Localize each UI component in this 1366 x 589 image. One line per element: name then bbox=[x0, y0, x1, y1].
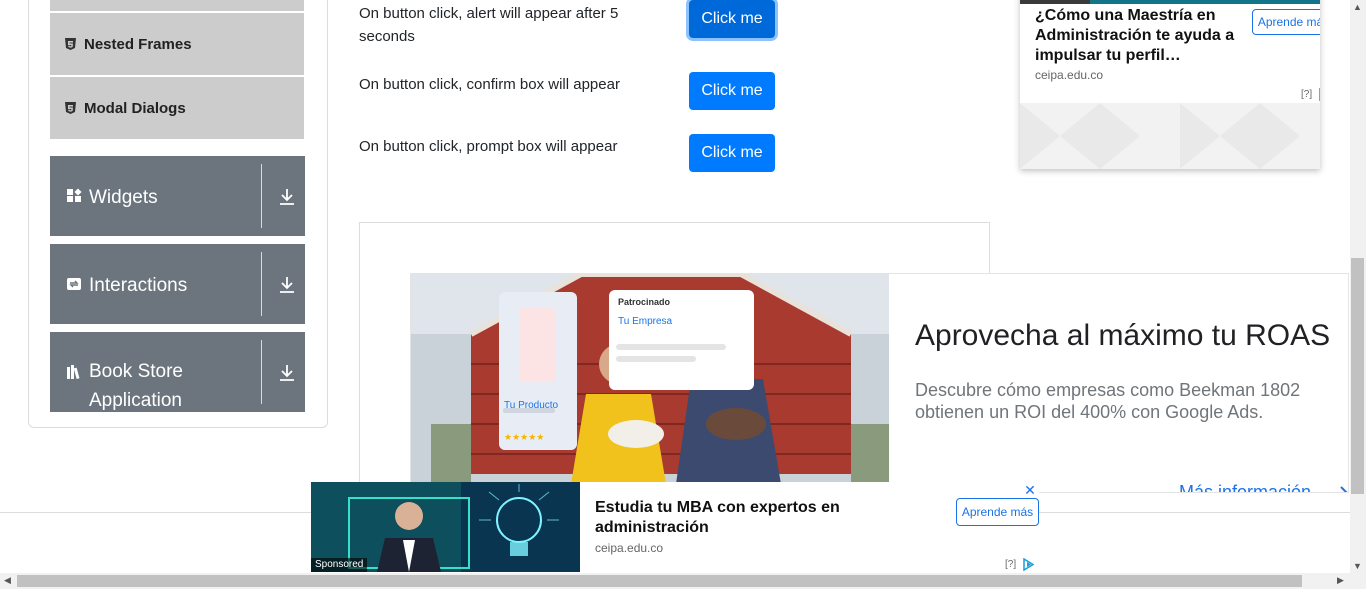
sidebar-group-label: Widgets bbox=[89, 187, 158, 208]
ad-card-sponsored: Patrocinado bbox=[618, 297, 671, 307]
widgets-icon bbox=[67, 188, 82, 202]
frame-icon bbox=[65, 102, 76, 114]
ad-bottom-banner[interactable]: Sponsored Estudia tu MBA con expertos en… bbox=[311, 482, 1039, 572]
ad-card-product: Tu Producto bbox=[504, 400, 559, 411]
ad-body: Descubre cómo empresas como Beekman 1802… bbox=[915, 380, 1301, 422]
ad-headline[interactable]: Aprovecha al máximo tu ROAS bbox=[915, 319, 1330, 353]
sidebar-group-interactions[interactable]: Interactions bbox=[50, 244, 305, 324]
horizontal-scrollbar-thumb[interactable] bbox=[17, 575, 1302, 587]
scroll-up-arrow-icon[interactable]: ▲ bbox=[1353, 2, 1362, 12]
ad-image-strip bbox=[1020, 0, 1320, 4]
sidebar-group-book-store[interactable]: Book Store Application bbox=[50, 332, 305, 412]
prompt-description: On button click, prompt box will appear bbox=[359, 138, 618, 155]
ad-more-info-link[interactable]: Más información bbox=[1179, 482, 1311, 492]
ad-title[interactable]: Estudia tu MBA con expertos en administr… bbox=[595, 498, 885, 538]
timer-alert-button[interactable]: Click me bbox=[689, 0, 775, 38]
adchoices-icon[interactable] bbox=[1023, 558, 1037, 571]
ad-cta-button[interactable]: Aprende más bbox=[956, 498, 1039, 526]
ad-domain: ceipa.edu.co bbox=[1035, 68, 1104, 82]
ad-title[interactable]: ¿Cómo una Maestría en Administración te … bbox=[1035, 6, 1245, 66]
divider bbox=[261, 340, 262, 404]
download-arrow-icon[interactable] bbox=[278, 276, 296, 294]
prompt-button[interactable]: Click me bbox=[689, 134, 775, 172]
interactions-icon bbox=[67, 278, 81, 290]
ad-cta-button[interactable]: Aprende más bbox=[1252, 9, 1320, 35]
ad-card-stars: ★★★★★ bbox=[504, 432, 545, 442]
close-icon[interactable]: ✕ bbox=[1023, 483, 1037, 497]
ad-info-label[interactable]: [?] bbox=[1301, 89, 1312, 100]
ad-domain: ceipa.edu.co bbox=[595, 541, 664, 555]
ad-card-company: Tu Empresa bbox=[618, 316, 673, 327]
confirm-button[interactable]: Click me bbox=[689, 72, 775, 110]
sidebar-item-nested-frames[interactable]: Nested Frames bbox=[50, 13, 304, 75]
sidebar-group-label: Book Store Application bbox=[89, 361, 183, 411]
bookstore-icon bbox=[67, 365, 80, 380]
scroll-right-arrow-icon[interactable]: ▶ bbox=[1337, 575, 1344, 586]
alert-description: On button click, alert will appear after… bbox=[359, 5, 619, 45]
download-arrow-icon[interactable] bbox=[278, 188, 296, 206]
sponsored-label: Sponsored bbox=[311, 558, 368, 572]
download-arrow-icon[interactable] bbox=[278, 364, 296, 382]
sidebar-group-widgets[interactable]: Widgets bbox=[50, 156, 305, 236]
adchoices-icon[interactable] bbox=[1319, 88, 1320, 101]
scroll-down-arrow-icon[interactable]: ▼ bbox=[1353, 561, 1362, 571]
ad-top-right[interactable]: ¿Cómo una Maestría en Administración te … bbox=[1020, 0, 1320, 169]
ad-pattern bbox=[1020, 103, 1320, 169]
ad-info-label[interactable]: [?] bbox=[1005, 559, 1016, 570]
sidebar-item-modal-dialogs[interactable]: Modal Dialogs bbox=[50, 77, 304, 139]
divider bbox=[261, 164, 262, 228]
scroll-left-arrow-icon[interactable]: ◀ bbox=[4, 575, 11, 586]
vertical-scrollbar-thumb[interactable] bbox=[1351, 258, 1364, 494]
sidebar-group-label: Interactions bbox=[89, 275, 188, 296]
chevron-right-icon[interactable] bbox=[1339, 485, 1349, 493]
sidebar-item-label: Nested Frames bbox=[84, 35, 192, 53]
divider bbox=[261, 252, 262, 316]
ad-google[interactable]: Patrocinado Tu Empresa Tu Producto ★★★★★… bbox=[410, 273, 1349, 493]
frame-icon bbox=[65, 38, 76, 50]
confirm-description: On button click, confirm box will appear bbox=[359, 76, 620, 93]
sidebar-item-label: Modal Dialogs bbox=[84, 99, 186, 117]
